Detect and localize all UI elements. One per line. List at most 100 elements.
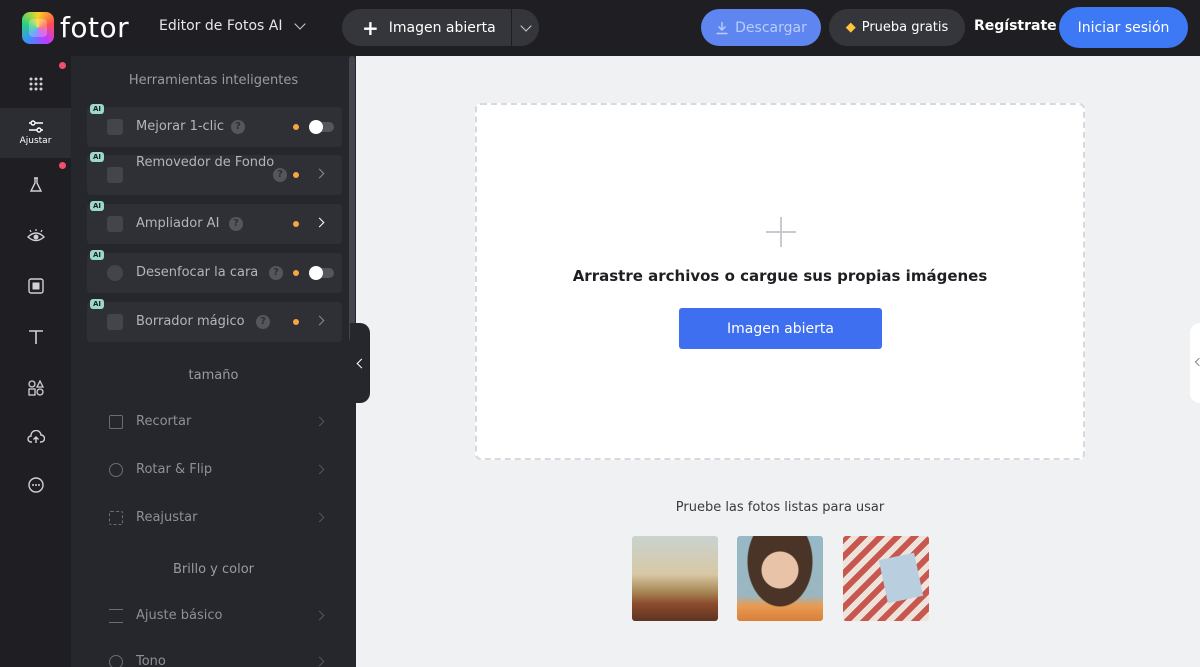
login-button[interactable]: Iniciar sesión (1059, 7, 1188, 48)
shapes-icon (27, 380, 44, 396)
tool-label: Tono (136, 654, 166, 667)
register-link[interactable]: Regístrate (974, 18, 1057, 34)
help-icon[interactable]: ? (231, 120, 245, 134)
open-image-dropdown[interactable] (511, 9, 539, 46)
status-dot (293, 270, 299, 276)
open-image-button[interactable]: + Imagen abierta (342, 9, 511, 46)
tool-magic-eraser[interactable]: AI Borrador mágico ? (87, 299, 342, 342)
text-icon (28, 330, 43, 344)
collapse-panel-button[interactable] (350, 323, 370, 403)
help-icon[interactable]: ? (229, 217, 243, 231)
help-icon[interactable]: ? (269, 266, 283, 280)
rail-item-elements[interactable] (0, 363, 71, 413)
rail-item-upload[interactable] (0, 412, 71, 462)
chevron-down-icon (519, 19, 532, 32)
tool-basic-adjust[interactable]: Ajuste básico (87, 596, 342, 636)
notification-dot (59, 162, 66, 169)
plus-icon (766, 217, 796, 247)
chevron-right-icon (314, 512, 325, 523)
rail-item-frames[interactable] (0, 261, 71, 311)
editor-menu[interactable]: Editor de Fotos AI (159, 18, 307, 34)
help-icon[interactable]: ? (256, 315, 270, 329)
frame-icon (27, 278, 44, 294)
magic-wand-icon (107, 119, 123, 135)
rail-item-beauty[interactable] (0, 211, 71, 261)
sample-photos-title: Pruebe las fotos listas para usar (675, 500, 885, 515)
status-dot (293, 124, 299, 130)
download-button[interactable]: Descargar (701, 9, 821, 46)
status-dot (293, 319, 299, 325)
sample-photo-portrait[interactable] (737, 536, 823, 621)
enhance-toggle[interactable] (309, 120, 334, 134)
help-icon[interactable]: ? (273, 168, 287, 182)
panel-scrollbar[interactable] (349, 56, 355, 341)
rail-item-more[interactable] (0, 460, 71, 510)
chevron-right-icon (314, 610, 325, 621)
tool-rail: Ajustar (0, 56, 71, 667)
tool-label: Recortar (136, 414, 192, 429)
beaker-icon (29, 177, 42, 192)
section-title-size: tamaño (188, 368, 239, 383)
section-title-brightness-color: Brillo y color (172, 562, 255, 577)
upload-dropzone[interactable]: Arrastre archivos o cargue sus propias i… (475, 103, 1085, 460)
editor-menu-label: Editor de Fotos AI (159, 18, 283, 34)
chevron-right-icon (314, 464, 325, 475)
tool-face-blur[interactable]: AI Desenfocar la cara ? (87, 250, 342, 293)
chevron-right-icon (314, 315, 325, 326)
chevron-right-icon (314, 168, 325, 179)
tool-label: Reajustar (136, 510, 198, 525)
rail-item-apps[interactable] (0, 59, 71, 109)
rail-item-adjust[interactable]: Ajustar (0, 108, 71, 158)
logo-icon (22, 12, 54, 44)
download-icon (716, 21, 728, 34)
resize-icon (109, 511, 123, 525)
eye-icon (26, 229, 45, 242)
free-trial-button[interactable]: ◆ Prueba gratis (829, 9, 965, 46)
open-image-button[interactable]: Imagen abierta (679, 308, 882, 349)
tool-label: Ampliador AI (136, 216, 220, 231)
open-image-group: + Imagen abierta (342, 9, 539, 46)
top-bar: fotor Editor de Fotos AI + Imagen abiert… (0, 0, 1200, 56)
tool-label: Borrador mágico (136, 314, 245, 329)
status-dot (293, 172, 299, 178)
free-trial-label: Prueba gratis (861, 20, 949, 35)
diamond-icon: ◆ (845, 20, 856, 35)
cloud-upload-icon (26, 430, 45, 443)
rail-label-adjust: Ajustar (19, 136, 52, 146)
notification-dot (59, 62, 66, 69)
face-blur-toggle[interactable] (309, 266, 334, 280)
scissors-icon (107, 167, 123, 183)
fotor-logo[interactable]: fotor (22, 12, 129, 44)
logo-text: fotor (60, 11, 130, 44)
more-icon (27, 477, 44, 493)
upscale-icon (107, 216, 123, 232)
status-dot (293, 221, 299, 227)
ai-badge: AI (90, 152, 105, 162)
rail-item-effects[interactable] (0, 160, 71, 210)
eraser-icon (107, 314, 123, 330)
rail-item-text[interactable] (0, 312, 71, 362)
tool-enhance-1click[interactable]: AI Mejorar 1-clic ? (87, 104, 342, 147)
tool-rotate-flip[interactable]: Rotar & Flip (87, 450, 342, 490)
ai-badge: AI (90, 299, 105, 309)
expand-right-panel-button[interactable] (1190, 323, 1200, 403)
tool-tone[interactable]: Tono (87, 642, 342, 667)
drop-icon (106, 652, 126, 667)
tool-background-remover[interactable]: AI Removedor de Fondo ? (87, 152, 342, 195)
crop-icon (109, 415, 123, 429)
apps-grid-icon (29, 77, 42, 91)
rotate-icon (109, 463, 123, 477)
tool-resize[interactable]: Reajustar (87, 498, 342, 538)
sliders-icon (28, 120, 43, 133)
tool-label: Removedor de Fondo (136, 155, 275, 170)
ai-badge: AI (90, 104, 105, 114)
plus-icon: + (362, 15, 379, 40)
open-image-label: Imagen abierta (388, 19, 496, 36)
sample-photo-flatlay[interactable] (843, 536, 929, 621)
chevron-right-icon (314, 416, 325, 427)
sample-photo-balloons[interactable] (632, 536, 718, 621)
tool-crop[interactable]: Recortar (87, 402, 342, 442)
download-label: Descargar (735, 19, 807, 36)
chevron-right-icon (314, 656, 325, 667)
tool-ai-upscaler[interactable]: AI Ampliador AI ? (87, 201, 342, 244)
